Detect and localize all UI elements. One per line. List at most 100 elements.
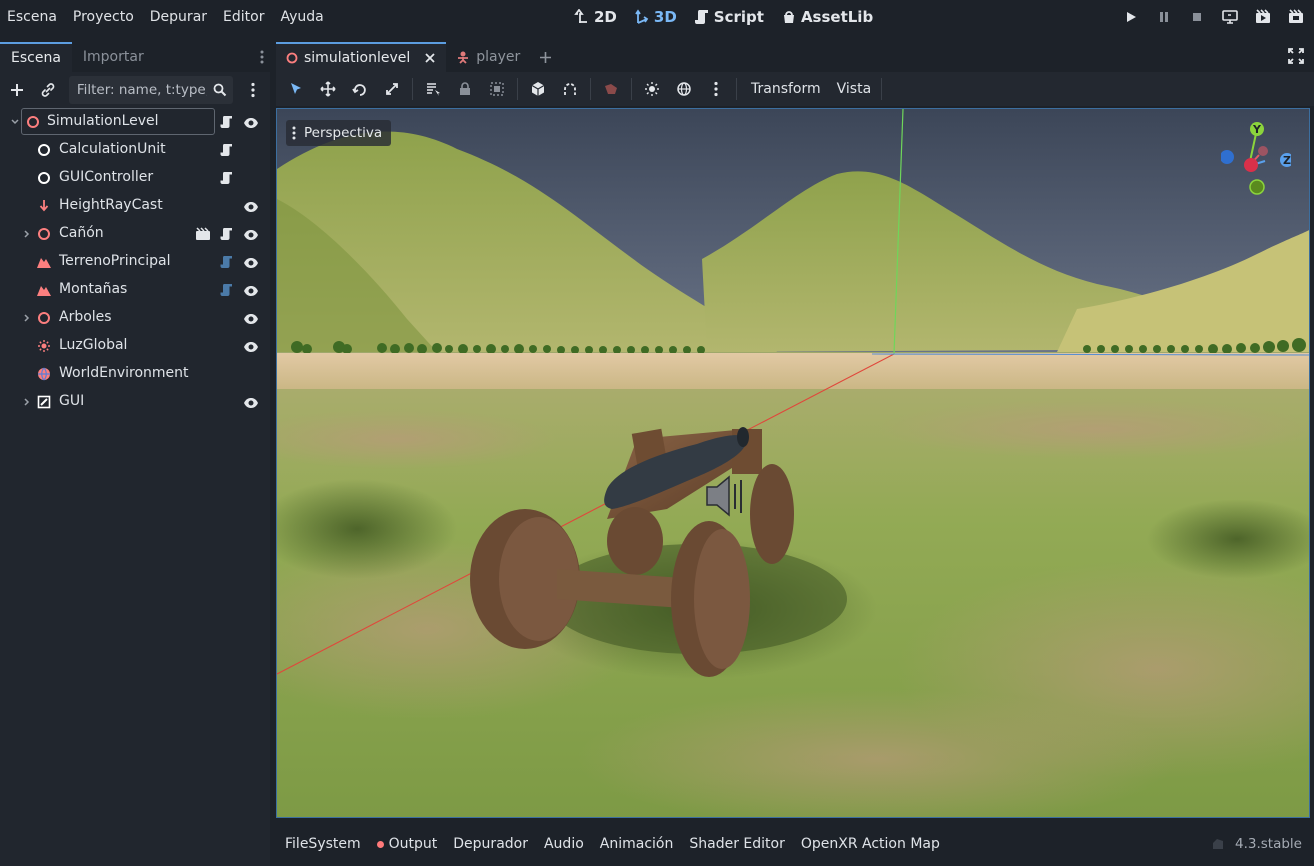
workspace-3d-button[interactable]: 3D [634,8,677,26]
transform-menu[interactable]: Transform [743,81,829,97]
version-indicator[interactable]: 4.3.stable [1211,822,1302,866]
chevron-right-icon[interactable] [21,396,33,408]
preview-environment-button[interactable] [670,75,698,103]
tree-row[interactable]: GUIController [0,164,270,192]
play-custom-scene-button[interactable] [1286,7,1306,27]
distraction-free-icon[interactable] [1288,48,1304,64]
menu-depurar[interactable]: Depurar [142,9,215,25]
neg-y-axis-handle[interactable] [1249,179,1265,195]
visibility-toggle[interactable] [243,227,259,243]
chevron-right-icon[interactable] [21,228,33,240]
scale-mode-button[interactable] [378,75,406,103]
neg-x-axis-handle[interactable] [1258,146,1268,156]
scene-tab-simulationlevel[interactable]: simulationlevel [276,42,447,72]
visibility-toggle[interactable] [243,199,259,215]
select-mode-button[interactable] [282,75,310,103]
menu-ayuda[interactable]: Ayuda [272,9,331,25]
play-scene-button[interactable] [1253,7,1273,27]
tab-animacion[interactable]: Animación [592,836,682,852]
visibility-toggle[interactable] [243,339,259,355]
environment-options-button[interactable] [702,75,730,103]
neg-z-axis-handle[interactable] [1221,150,1234,164]
kebab-menu-icon [260,50,264,64]
tree-row[interactable]: GUI [0,388,270,416]
vista-menu[interactable]: Vista [829,81,880,97]
tree-row[interactable]: HeightRayCast [0,192,270,220]
open-script-button[interactable] [219,254,235,270]
visibility-toggle[interactable] [243,255,259,271]
assetlib-icon [783,11,794,23]
preview-camera-button[interactable] [597,75,625,103]
plus-icon [539,51,551,63]
list-select-button[interactable] [419,75,447,103]
2d-icon [574,9,587,23]
menu-proyecto[interactable]: Proyecto [65,9,142,25]
tab-escena[interactable]: Escena [0,42,72,72]
open-script-button[interactable] [219,282,235,298]
tab-output[interactable]: Output [369,836,446,852]
toolbar-separator [631,78,632,100]
open-script-button[interactable] [219,142,235,158]
preview-sun-button[interactable] [638,75,666,103]
chevron-right-icon[interactable] [21,312,33,324]
workspace-assetlib-button[interactable]: AssetLib [781,8,873,26]
x-axis-handle[interactable] [1244,158,1258,172]
rotate-mode-button[interactable] [346,75,374,103]
group-button[interactable] [483,75,511,103]
dock-menu-button[interactable] [256,48,268,66]
remote-debug-button[interactable] [1220,7,1240,27]
workspace-2d-button[interactable]: 2D [574,8,617,26]
close-icon[interactable] [424,52,436,64]
perspective-menu-button[interactable]: Perspectiva [286,120,392,146]
visibility-toggle[interactable] [243,283,259,299]
tree-row[interactable]: SimulationLevel [0,108,270,136]
tree-row[interactable]: Cañón [0,220,270,248]
scene-tree-menu-button[interactable] [243,79,264,101]
menu-editor[interactable]: Editor [215,9,272,25]
chevron-down-icon[interactable] [9,116,21,128]
tab-shader-editor[interactable]: Shader Editor [681,836,792,852]
tree-node-label: SimulationLevel [47,113,159,129]
open-script-button[interactable] [219,226,235,242]
move-icon [320,81,336,97]
snap-button[interactable] [556,75,584,103]
visibility-toggle[interactable] [243,115,259,131]
eye-icon [244,286,258,296]
filter-input[interactable] [76,82,207,98]
tab-animacion-label: Animación [599,836,674,852]
tree-row[interactable]: CalculationUnit [0,136,270,164]
tab-audio[interactable]: Audio [536,836,592,852]
tab-depurador[interactable]: Depurador [445,836,536,852]
tree-row[interactable]: LuzGlobal [0,332,270,360]
viewport-3d[interactable]: Perspectiva Y Z [276,108,1310,818]
tree-node-label: Arboles [59,309,112,325]
add-scene-tab-button[interactable] [530,42,560,72]
sun-icon [645,82,659,96]
scene-tab-player[interactable]: player [446,42,530,72]
stop-button[interactable] [1187,7,1207,27]
open-instance-button[interactable] [195,226,211,242]
open-script-button[interactable] [219,114,235,130]
pause-button[interactable] [1154,7,1174,27]
tab-importar[interactable]: Importar [72,42,155,72]
lock-button[interactable] [451,75,479,103]
workspace-script-button[interactable]: Script [694,8,764,26]
tree-row[interactable]: TerrenoPrincipal [0,248,270,276]
eye-icon [244,202,258,212]
add-node-button[interactable] [6,79,27,101]
tree-row[interactable]: Arboles [0,304,270,332]
visibility-toggle[interactable] [243,311,259,327]
tree-row[interactable]: WorldEnvironment [0,360,270,388]
visibility-toggle[interactable] [243,395,259,411]
tree-row[interactable]: Montañas [0,276,270,304]
z-axis-label: Z [1283,154,1291,167]
move-mode-button[interactable] [314,75,342,103]
menu-escena[interactable]: Escena [0,9,65,25]
open-script-button[interactable] [219,170,235,186]
tab-openxr-action-map[interactable]: OpenXR Action Map [793,836,948,852]
play-button[interactable] [1121,7,1141,27]
view-gizmo[interactable]: Y Z [1221,121,1291,199]
local-space-button[interactable] [524,75,552,103]
instance-scene-button[interactable] [37,79,58,101]
tab-filesystem[interactable]: FileSystem [277,836,369,852]
